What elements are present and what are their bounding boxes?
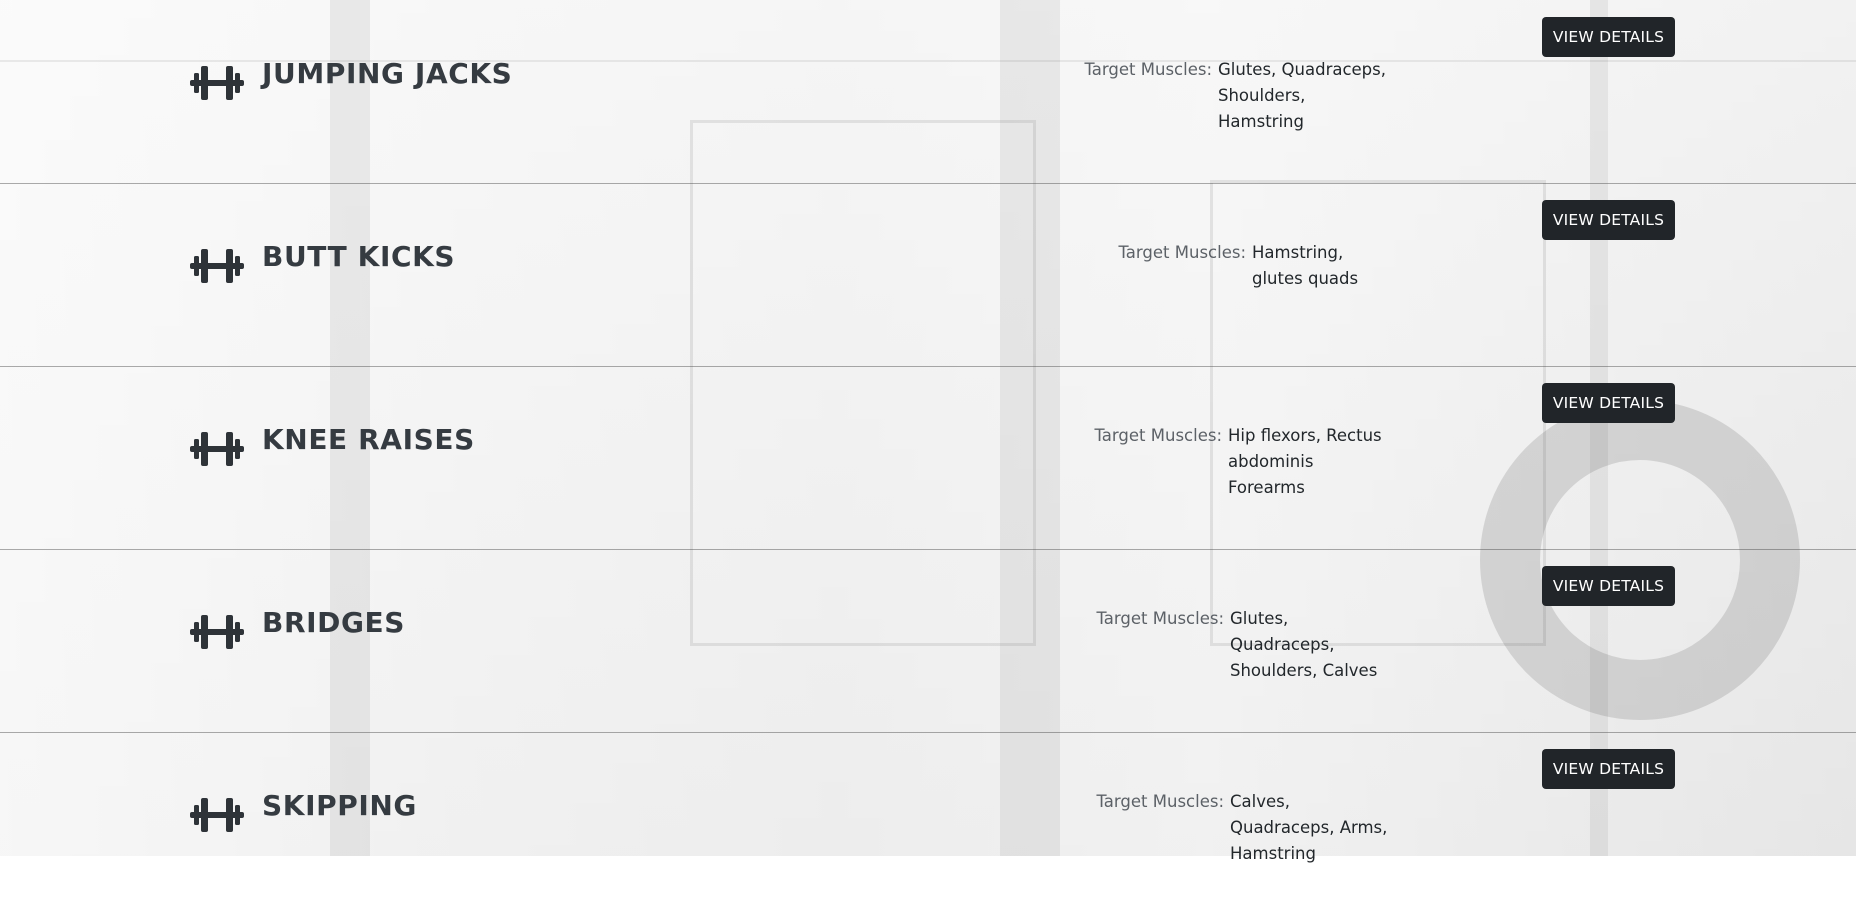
- target-muscles-label: Target Muscles:: [1096, 792, 1224, 811]
- target-muscles-label: Target Muscles:: [1096, 609, 1224, 628]
- view-details-button[interactable]: VIEW DETAILS: [1542, 17, 1675, 57]
- target-muscles: Target Muscles: Calves, Quadraceps, Arms…: [970, 789, 1390, 867]
- target-muscles-label: Target Muscles:: [1084, 60, 1212, 79]
- exercise-title: BRIDGES: [262, 606, 406, 639]
- dumbbell-icon: [190, 798, 244, 832]
- exercise-title: KNEE RAISES: [262, 423, 475, 456]
- dumbbell-icon: [190, 615, 244, 649]
- dumbbell-icon: [190, 249, 244, 283]
- exercise-row: KNEE RAISES Target Muscles: Hip flexors,…: [0, 366, 1856, 550]
- target-muscles: Target Muscles: Glutes, Quadraceps, Shou…: [970, 57, 1390, 135]
- target-muscles-label: Target Muscles:: [1094, 426, 1222, 445]
- exercise-row: BUTT KICKS Target Muscles: Hamstring, gl…: [0, 183, 1856, 367]
- exercise-title: SKIPPING: [262, 789, 417, 822]
- view-details-button[interactable]: VIEW DETAILS: [1542, 200, 1675, 240]
- target-muscles-label: Target Muscles:: [1118, 243, 1246, 262]
- target-muscles: Target Muscles: Hamstring, glutes quads: [970, 240, 1390, 292]
- target-muscles-value: Hip flexors, Rectus abdominis Forearms: [1228, 426, 1382, 497]
- view-details-button[interactable]: VIEW DETAILS: [1542, 566, 1675, 606]
- view-details-button[interactable]: VIEW DETAILS: [1542, 749, 1675, 789]
- exercise-title: JUMPING JACKS: [262, 57, 513, 90]
- target-muscles: Target Muscles: Glutes, Quadraceps, Shou…: [970, 606, 1390, 684]
- view-details-button[interactable]: VIEW DETAILS: [1542, 383, 1675, 423]
- dumbbell-icon: [190, 432, 244, 466]
- dumbbell-icon: [190, 66, 244, 100]
- exercise-row: BRIDGES Target Muscles: Glutes, Quadrace…: [0, 549, 1856, 733]
- target-muscles-value: Glutes, Quadraceps, Shoulders, Calves: [1230, 609, 1378, 680]
- target-muscles-value: Hamstring, glutes quads: [1252, 243, 1359, 288]
- exercise-list: JUMPING JACKS Target Muscles: Glutes, Qu…: [0, 0, 1856, 863]
- exercise-row: SKIPPING Target Muscles: Calves, Quadrac…: [0, 732, 1856, 915]
- exercise-row: JUMPING JACKS Target Muscles: Glutes, Qu…: [0, 0, 1856, 184]
- target-muscles-value: Glutes, Quadraceps, Shoulders, Hamstring: [1218, 60, 1386, 131]
- target-muscles-value: Calves, Quadraceps, Arms, Hamstring: [1230, 792, 1388, 863]
- exercise-title: BUTT KICKS: [262, 240, 456, 273]
- target-muscles: Target Muscles: Hip flexors, Rectus abdo…: [970, 423, 1390, 501]
